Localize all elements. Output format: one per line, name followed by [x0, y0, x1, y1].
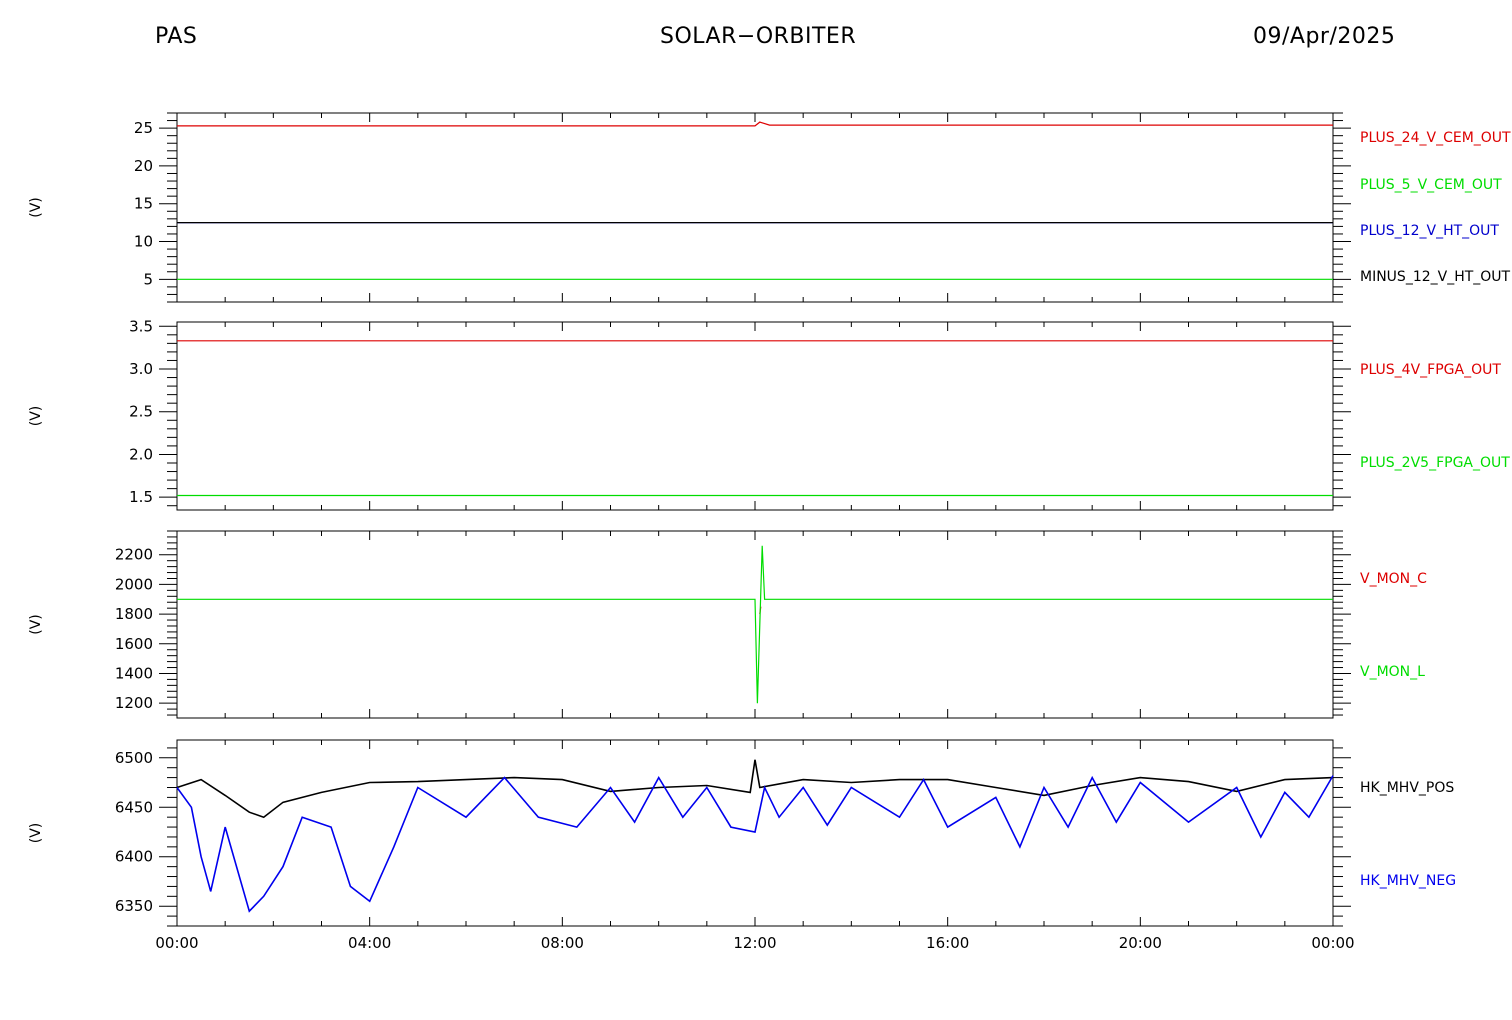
x-tick-label: 20:00 [1119, 934, 1162, 952]
legend-hk-mhv-pos: HK_MHV_POS [1360, 780, 1454, 796]
y-tick-label: 10 [134, 233, 153, 251]
y-tick-label: 6450 [115, 798, 153, 816]
y-tick-label: 1400 [115, 664, 153, 682]
x-tick-label: 00:00 [1311, 934, 1354, 952]
y-tick-label: 1.5 [129, 488, 153, 506]
y-tick-label: 3.5 [129, 317, 153, 335]
y-axis-label: (V) [28, 197, 44, 218]
legend-plus-2v5-fpga-out: PLUS_2V5_FPGA_OUT [1360, 455, 1510, 471]
y-tick-label: 25 [134, 119, 153, 137]
legend-plus-4v-fpga-out: PLUS_4V_FPGA_OUT [1360, 362, 1501, 378]
y-tick-label: 3.0 [129, 360, 153, 378]
x-tick-label: 12:00 [733, 934, 776, 952]
series-line-hk-mhv-neg [176, 775, 1334, 913]
panel-4-frame [176, 739, 1334, 927]
legend-plus-5-v-cem-out: PLUS_5_V_CEM_OUT [1360, 177, 1502, 193]
y-tick-label: 20 [134, 157, 153, 175]
y-tick-label: 1800 [115, 605, 153, 623]
y-axis-label: (V) [28, 406, 44, 427]
y-tick-label: 1600 [115, 635, 153, 653]
y-tick-label: 2200 [115, 546, 153, 564]
legend-minus-12-v-ht-out: MINUS_12_V_HT_OUT [1360, 269, 1511, 285]
y-tick-label: 6500 [115, 749, 153, 767]
x-tick-label: 00:00 [155, 934, 198, 952]
x-tick-label: 16:00 [926, 934, 969, 952]
y-tick-label: 2000 [115, 575, 153, 593]
panel-2-frame [176, 321, 1334, 511]
y-tick-label: 15 [134, 195, 153, 213]
series-line-plus-24-v-cem-out [177, 121, 1333, 127]
y-axis-label: (V) [28, 614, 44, 635]
legend-plus-24-v-cem-out: PLUS_24_V_CEM_OUT [1360, 130, 1511, 146]
y-axis-label: (V) [28, 823, 44, 844]
y-tick-label: 2.5 [129, 403, 153, 421]
y-tick-label: 6350 [115, 897, 153, 915]
series-line-hk-mhv-pos [176, 759, 1334, 819]
legend-v-mon-l: V_MON_L [1360, 664, 1425, 680]
legend-hk-mhv-neg: HK_MHV_NEG [1360, 873, 1456, 889]
panel-1-frame [176, 112, 1334, 303]
legend-plus-12-v-ht-out: PLUS_12_V_HT_OUT [1360, 223, 1499, 239]
y-tick-label: 2.0 [129, 445, 153, 463]
y-tick-label: 1200 [115, 694, 153, 712]
x-tick-label: 04:00 [348, 934, 391, 952]
series-line-v-mon-l [177, 545, 1333, 704]
y-tick-label: 5 [143, 270, 153, 288]
legend-v-mon-c: V_MON_C [1360, 571, 1427, 587]
y-tick-label: 6400 [115, 848, 153, 866]
x-tick-label: 08:00 [541, 934, 584, 952]
housekeeping-plots: 5 10 15 20 25 (V) PLUS_24_V_CEM_OUT PLUS_5_V_CE… [28, 112, 1511, 952]
